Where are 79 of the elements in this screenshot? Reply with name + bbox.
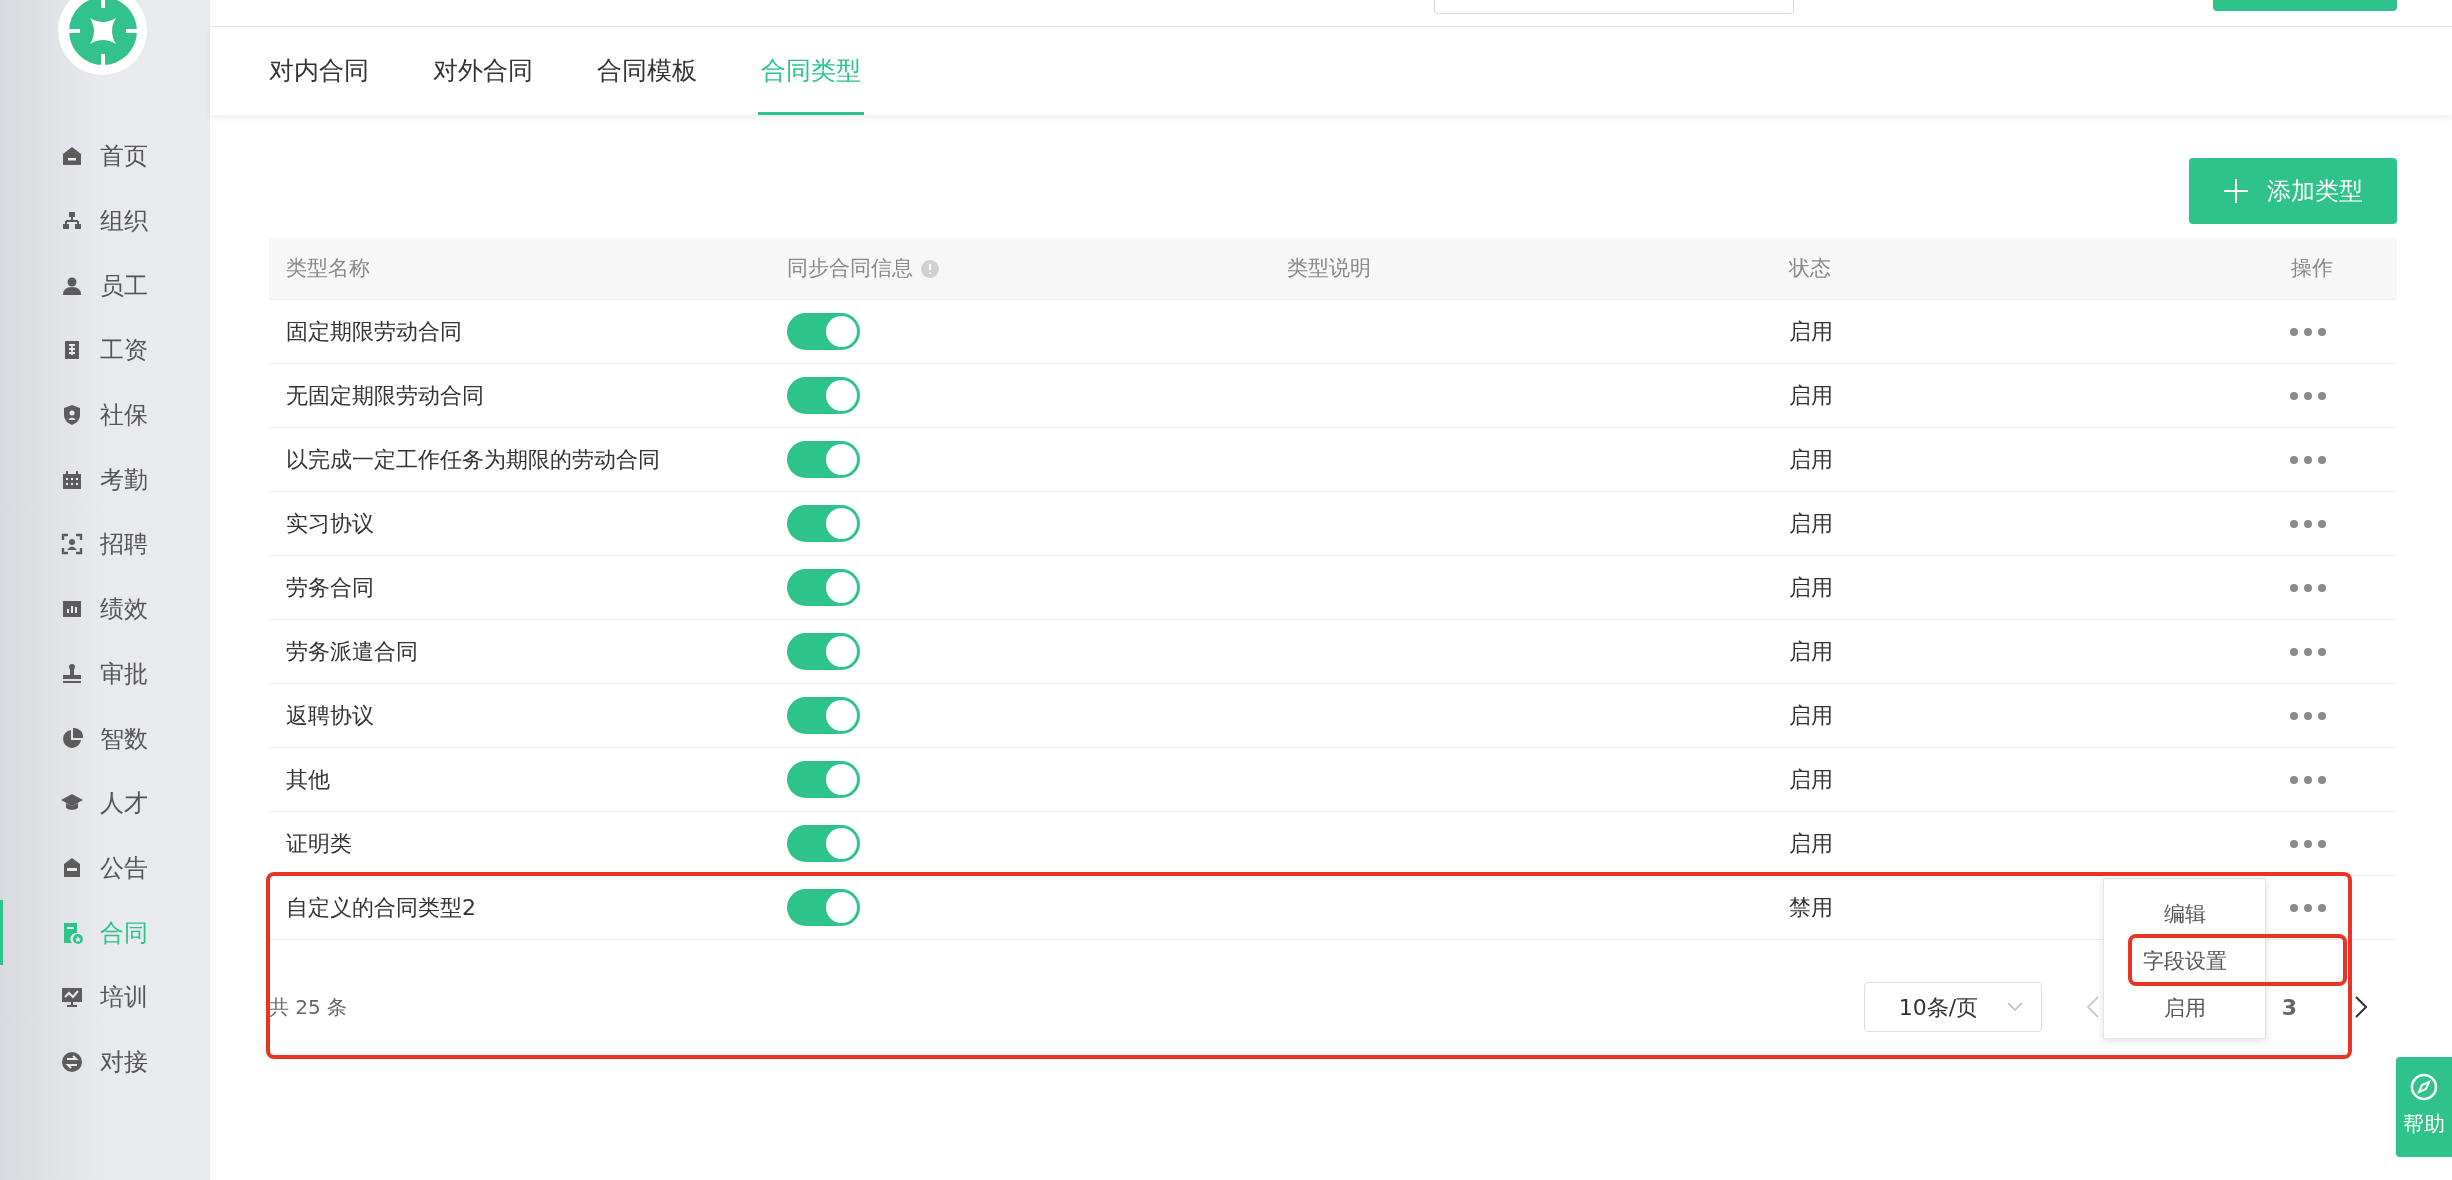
- table-cell: 启用: [1789, 447, 1833, 472]
- pie-chart-icon: [60, 726, 84, 751]
- table-cell: 启用: [1789, 831, 1833, 856]
- sidebar-item[interactable]: 智数: [0, 706, 210, 771]
- plus-icon: [2223, 178, 2249, 204]
- table-cell: 以完成一定工作任务为期限的劳动合同: [286, 447, 660, 472]
- toggle-switch[interactable]: [787, 505, 860, 542]
- sidebar-item[interactable]: 人才: [0, 770, 210, 836]
- more-icon[interactable]: [2289, 838, 2327, 849]
- toggle-switch[interactable]: [787, 569, 860, 606]
- info-icon: [921, 259, 939, 278]
- sidebar-item[interactable]: 首页: [0, 124, 210, 189]
- sidebar-item[interactable]: 考勤: [0, 447, 210, 513]
- page-size-select[interactable]: 10条/页: [1863, 982, 2042, 1032]
- table-cell: 劳务派遣合同: [286, 639, 418, 664]
- column-header: 同步合同信息: [787, 254, 913, 282]
- sidebar-item[interactable]: 社保: [0, 382, 210, 448]
- sidebar-item[interactable]: 绩效: [0, 576, 210, 642]
- tab[interactable]: 对外合同: [430, 27, 536, 115]
- tab[interactable]: 对内合同: [266, 27, 372, 115]
- table-cell: 启用: [1789, 511, 1833, 536]
- sidebar-item[interactable]: 公告: [0, 835, 210, 901]
- more-icon[interactable]: [2289, 774, 2327, 785]
- table-cell: 无固定期限劳动合同: [286, 383, 484, 408]
- compass-icon: [2410, 1073, 2438, 1102]
- toggle-switch[interactable]: [787, 825, 860, 862]
- table-cell: 启用: [1789, 767, 1833, 792]
- menu-item[interactable]: 字段设置: [2104, 938, 2265, 985]
- chevron-down-icon: [2006, 1002, 2023, 1012]
- column-header: 状态: [1789, 254, 1831, 282]
- more-icon[interactable]: [2289, 646, 2327, 657]
- sidebar-item[interactable]: 工资: [0, 318, 210, 383]
- page-number[interactable]: 3: [2281, 990, 2297, 1024]
- toggle-switch[interactable]: [787, 633, 860, 670]
- more-icon[interactable]: [2289, 582, 2327, 593]
- table-cell: 禁用: [1789, 895, 1833, 920]
- table-cell: 实习协议: [286, 511, 374, 536]
- column-header: 操作: [2291, 254, 2333, 282]
- toggle-switch[interactable]: [787, 441, 860, 478]
- toggle-switch[interactable]: [787, 697, 860, 734]
- sidebar-item[interactable]: 招聘: [0, 512, 210, 577]
- more-icon[interactable]: [2289, 518, 2327, 529]
- next-page-icon[interactable]: [2355, 996, 2367, 1018]
- table-cell: 固定期限劳动合同: [286, 319, 462, 344]
- menu-item[interactable]: 启用: [2104, 985, 2265, 1032]
- toggle-switch[interactable]: [787, 377, 860, 414]
- sidebar-item[interactable]: 组织: [0, 188, 210, 254]
- toggle-switch[interactable]: [787, 313, 860, 350]
- table-cell: 证明类: [286, 831, 352, 856]
- table-cell: 启用: [1789, 703, 1833, 728]
- column-header: 类型说明: [1287, 254, 1371, 282]
- monitor-chart-icon: [60, 985, 84, 1010]
- stamp-icon: [60, 661, 84, 686]
- sidebar-item[interactable]: 员工: [0, 253, 210, 319]
- swap-icon: [60, 1049, 84, 1074]
- table-cell: 启用: [1789, 383, 1833, 408]
- table-cell: 启用: [1789, 319, 1833, 344]
- more-icon[interactable]: [2289, 326, 2327, 337]
- more-icon[interactable]: [2289, 710, 2327, 721]
- table-cell: 启用: [1789, 639, 1833, 664]
- table-cell: 其他: [286, 767, 330, 792]
- sidebar-item[interactable]: 对接: [0, 1029, 210, 1095]
- more-icon[interactable]: [2289, 454, 2327, 465]
- column-header: 类型名称: [286, 254, 370, 282]
- toggle-switch[interactable]: [787, 889, 860, 926]
- tab[interactable]: 合同模板: [594, 27, 700, 115]
- more-icon[interactable]: [2289, 390, 2327, 401]
- sidebar-item[interactable]: 培训: [0, 964, 210, 1030]
- table-cell: 自定义的合同类型2: [286, 895, 476, 920]
- table-cell: 返聘协议: [286, 703, 374, 728]
- input-field[interactable]: [1434, 0, 1794, 14]
- table-cell: 劳务合同: [286, 575, 374, 600]
- more-icon[interactable]: [2289, 902, 2327, 913]
- sidebar-item[interactable]: 审批: [0, 641, 210, 707]
- menu-item[interactable]: 编辑: [2104, 891, 2265, 938]
- table-cell: 启用: [1789, 575, 1833, 600]
- toggle-switch[interactable]: [787, 761, 860, 798]
- total-count: 共 25 条: [269, 994, 348, 1021]
- scan-frame-icon: [60, 532, 84, 557]
